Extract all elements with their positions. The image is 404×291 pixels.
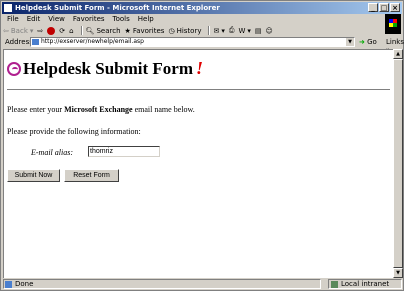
windows-logo-icon (385, 14, 401, 34)
forward-button[interactable]: ⇨ (37, 27, 43, 35)
stop-icon (47, 26, 56, 35)
messenger-icon: ☺ (265, 26, 273, 35)
refresh-icon: ⟳ (59, 26, 66, 35)
toolbar: ⇦ Back ▾ ⇨ ⟳ ⌂ 🔍︎ Search ★ Favorites ◷ H… (3, 25, 383, 36)
history-button[interactable]: ◷ History (168, 27, 201, 35)
menu-file[interactable]: File (3, 14, 23, 25)
refresh-button[interactable]: ⟳ (59, 27, 65, 35)
status-panel: Done (3, 279, 321, 289)
menu-view[interactable]: View (44, 14, 69, 25)
address-dropdown-icon[interactable]: ▼ (346, 38, 354, 46)
home-icon: ⌂ (69, 26, 74, 35)
info-text: Please provide the following information… (7, 127, 141, 136)
go-button[interactable]: ➜ Go (359, 38, 377, 46)
title-bar: Helpdesk Submit Form - Microsoft Interne… (2, 2, 402, 14)
mail-icon: ✉ (213, 26, 220, 35)
submit-button[interactable]: Submit Now (7, 169, 60, 182)
scroll-down-icon[interactable]: ▼ (393, 268, 403, 278)
window-title: Helpdesk Submit Form - Microsoft Interne… (15, 4, 220, 12)
address-bar: Address http://exserver/newhelp/email.as… (3, 36, 404, 54)
address-input[interactable]: http://exserver/newhelp/email.asp ▼ (30, 37, 355, 47)
menu-help[interactable]: Help (134, 14, 158, 25)
chevron-down-icon: ▾ (29, 26, 34, 35)
mail-button[interactable]: ✉ ▾ (213, 27, 224, 35)
favorites-button[interactable]: ★ Favorites (125, 27, 165, 35)
stop-button[interactable] (47, 26, 56, 35)
back-button[interactable]: ⇦ Back ▾ (3, 27, 33, 35)
status-bar: Done Local intranet (3, 279, 403, 290)
email-alias-label: E-mail alias: (31, 148, 73, 157)
maximize-button[interactable]: □ (379, 3, 389, 12)
instruction-text: Please enter your Microsoft Exchange ema… (7, 105, 195, 114)
vertical-scrollbar[interactable]: ▲ ▼ (393, 49, 403, 278)
search-button[interactable]: 🔍︎ Search (86, 27, 121, 35)
menu-favorites[interactable]: Favorites (69, 14, 109, 25)
helpdesk-logo-icon (7, 61, 21, 76)
edit-button[interactable]: W ▾ (238, 27, 250, 35)
go-label: Go (367, 38, 377, 46)
address-label: Address (5, 38, 33, 46)
email-alias-input[interactable]: thomriz (88, 146, 160, 157)
back-label: Back (10, 26, 28, 35)
page-title: Helpdesk Submit Form (23, 58, 194, 78)
scroll-thumb[interactable] (393, 59, 403, 268)
page-icon (32, 39, 39, 45)
divider (7, 89, 390, 91)
back-arrow-icon: ⇦ (3, 26, 9, 35)
links-label: Links (386, 38, 404, 46)
exclamation-icon: ! (196, 58, 204, 78)
favorites-label: Favorites (132, 26, 165, 35)
history-icon: ◷ (168, 26, 175, 35)
messenger-button[interactable]: ☺ (266, 27, 273, 35)
scroll-up-icon[interactable]: ▲ (393, 49, 403, 59)
page-header: Helpdesk Submit Form ! (7, 58, 203, 79)
reset-button[interactable]: Reset Form (64, 169, 119, 182)
search-icon: 🔍︎ (85, 26, 95, 35)
star-icon: ★ (124, 26, 131, 35)
search-label: Search (96, 26, 121, 35)
home-button[interactable]: ⌂ (69, 27, 73, 35)
discuss-icon: ▤ (254, 26, 262, 35)
zone-text: Local intranet (341, 280, 390, 288)
zone-panel: Local intranet (328, 279, 402, 289)
intranet-icon (331, 281, 338, 288)
done-page-icon (5, 281, 12, 288)
go-arrow-icon: ➜ (359, 38, 365, 46)
discuss-button[interactable]: ▤ (255, 27, 262, 35)
history-label: History (176, 26, 202, 35)
printer-icon: ⎙ (228, 26, 235, 34)
word-icon: W (238, 26, 246, 35)
browser-window: Helpdesk Submit Form - Microsoft Interne… (0, 0, 404, 291)
menu-edit[interactable]: Edit (23, 14, 45, 25)
menu-bar: File Edit View Favorites Tools Help (3, 14, 158, 25)
minimize-button[interactable]: _ (368, 3, 378, 12)
forward-arrow-icon: ⇨ (37, 26, 44, 35)
menu-tools[interactable]: Tools (109, 14, 134, 25)
close-button[interactable]: × (390, 3, 400, 12)
status-text: Done (15, 280, 34, 288)
ie-icon (4, 4, 12, 12)
page-content: Helpdesk Submit Form ! Please enter your… (3, 49, 394, 278)
address-url: http://exserver/newhelp/email.asp (41, 38, 144, 45)
print-button[interactable]: ⎙ (229, 26, 235, 35)
